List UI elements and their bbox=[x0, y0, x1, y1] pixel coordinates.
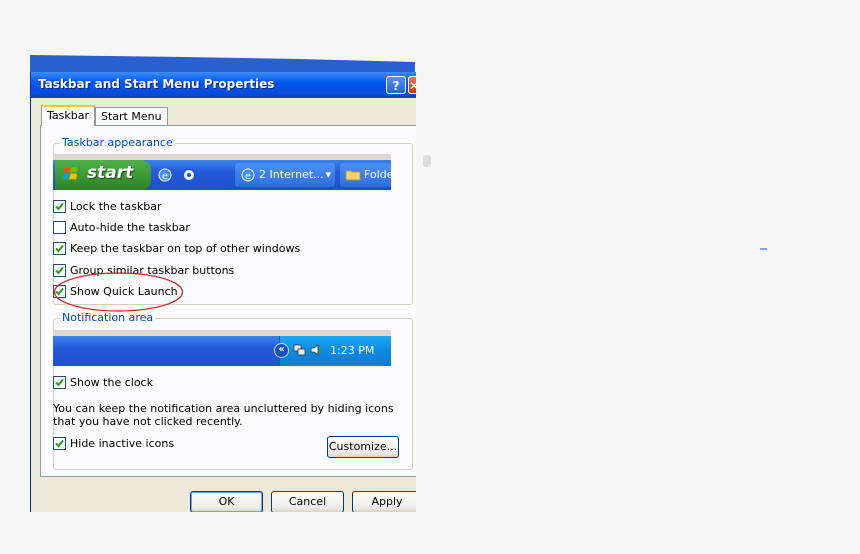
volume-icon bbox=[310, 344, 322, 356]
show-clock-checkbox[interactable] bbox=[53, 376, 66, 389]
auto-hide-checkbox[interactable] bbox=[53, 221, 66, 234]
folder-icon bbox=[345, 170, 361, 181]
lock-taskbar-checkbox[interactable] bbox=[53, 200, 66, 213]
taskbar-preview: start e e 2 Internet... ▾ Folde bbox=[53, 154, 391, 190]
cancel-button[interactable]: Cancel bbox=[271, 491, 344, 512]
keep-on-top-checkbox[interactable] bbox=[53, 242, 66, 255]
taskbar-appearance-legend: Taskbar appearance bbox=[60, 136, 175, 149]
customize-button[interactable]: Customize... bbox=[327, 436, 399, 458]
taskbar-button-folder-label: Folde bbox=[364, 168, 391, 181]
start-button-preview: start bbox=[55, 160, 151, 190]
windows-logo-icon bbox=[63, 167, 78, 180]
scrap-mark bbox=[423, 155, 431, 167]
show-hidden-icons-chevron-icon: « bbox=[274, 343, 289, 358]
ok-button[interactable]: OK bbox=[190, 491, 263, 512]
hide-inactive-label: Hide inactive icons bbox=[70, 437, 175, 450]
scrap-dash bbox=[760, 248, 767, 250]
taskbar-button-folder: Folde bbox=[340, 163, 391, 187]
tab-start-menu[interactable]: Start Menu bbox=[95, 107, 168, 126]
tab-taskbar[interactable]: Taskbar bbox=[41, 105, 95, 126]
check-icon bbox=[55, 202, 64, 211]
window-title: Taskbar and Start Menu Properties bbox=[38, 77, 275, 91]
taskbar-button-internet-label: 2 Internet... bbox=[259, 168, 324, 181]
tray-clock: 1:23 PM bbox=[330, 344, 375, 357]
taskbar-button-internet: e 2 Internet... ▾ bbox=[235, 163, 335, 187]
help-button[interactable]: ? bbox=[386, 76, 406, 94]
network-icon bbox=[293, 344, 306, 356]
keep-on-top-label: Keep the taskbar on top of other windows bbox=[70, 242, 301, 255]
auto-hide-label: Auto-hide the taskbar bbox=[70, 221, 190, 234]
svg-text:e: e bbox=[162, 171, 168, 182]
start-label: start bbox=[87, 163, 134, 183]
apply-button[interactable]: Apply bbox=[352, 491, 416, 512]
annotation-ellipse bbox=[53, 272, 184, 312]
hide-inactive-checkbox[interactable] bbox=[53, 437, 66, 450]
title-bar[interactable]: Taskbar and Start Menu Properties ? ✕ bbox=[31, 72, 416, 98]
lock-taskbar-label: Lock the taskbar bbox=[70, 200, 162, 213]
outlook-express-icon bbox=[182, 168, 196, 182]
dropdown-arrow-icon: ▾ bbox=[325, 168, 331, 181]
internet-explorer-icon: e bbox=[241, 168, 255, 182]
show-clock-label: Show the clock bbox=[70, 376, 153, 389]
system-tray-preview: « 1:23 PM bbox=[274, 336, 391, 366]
check-icon bbox=[55, 378, 64, 387]
notification-area-preview: « 1:23 PM bbox=[53, 330, 391, 366]
internet-explorer-icon: e bbox=[158, 168, 172, 182]
svg-text:e: e bbox=[245, 171, 251, 182]
notification-description: You can keep the notification area unclu… bbox=[53, 402, 394, 428]
close-button[interactable]: ✕ bbox=[408, 76, 416, 94]
check-icon bbox=[55, 244, 64, 253]
check-icon bbox=[55, 439, 64, 448]
